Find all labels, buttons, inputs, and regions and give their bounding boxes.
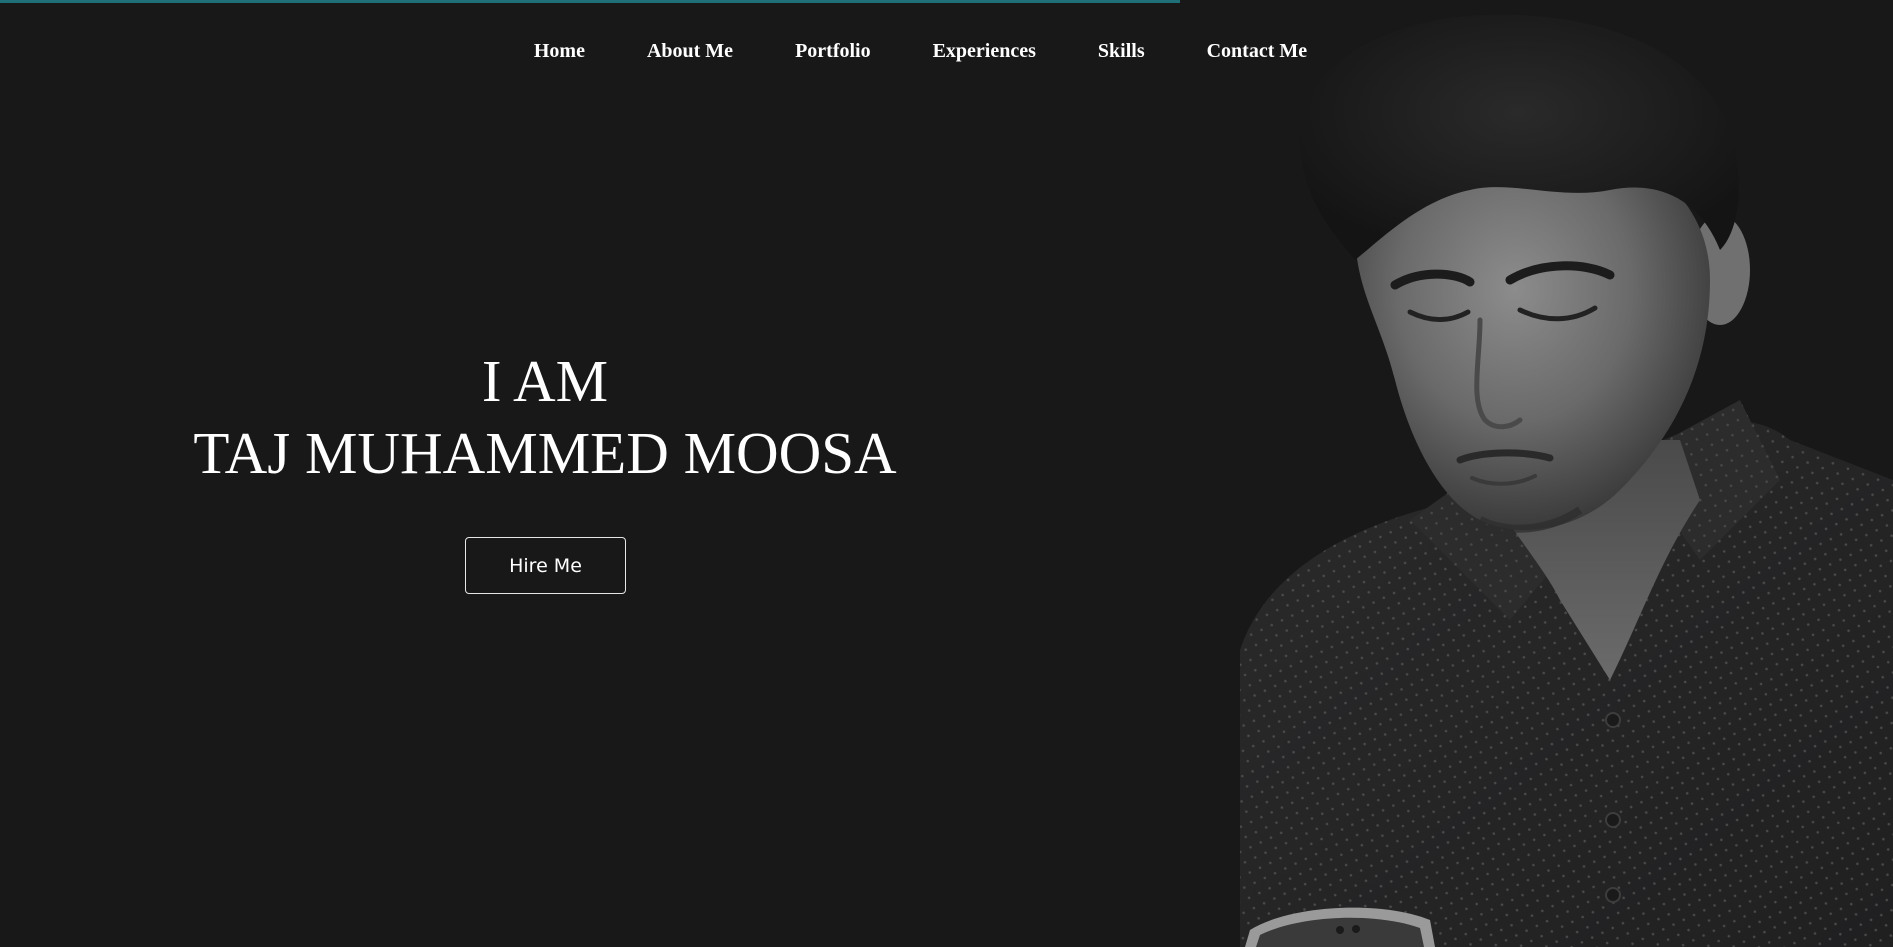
nav-item-skills[interactable]: Skills (1098, 40, 1145, 62)
portrait-photo (1180, 0, 1893, 947)
nav-item-contact-me[interactable]: Contact Me (1207, 40, 1308, 62)
nav-item-about-me[interactable]: About Me (647, 40, 733, 62)
main-nav: Home About Me Portfolio Experiences Skil… (0, 40, 1893, 70)
nav-item-home[interactable]: Home (534, 40, 585, 62)
page: Home About Me Portfolio Experiences Skil… (0, 0, 1893, 947)
hero-intro: I AM (481, 348, 609, 414)
hero-heading: I AM TAJ MUHAMMED MOOSA (145, 345, 945, 489)
nav-item-experiences[interactable]: Experiences (933, 40, 1036, 62)
hire-me-button[interactable]: Hire Me (465, 537, 626, 594)
nav-item-portfolio[interactable]: Portfolio (795, 40, 871, 62)
nav-list: Home About Me Portfolio Experiences Skil… (534, 40, 1307, 62)
hero-name: TAJ MUHAMMED MOOSA (193, 420, 897, 486)
